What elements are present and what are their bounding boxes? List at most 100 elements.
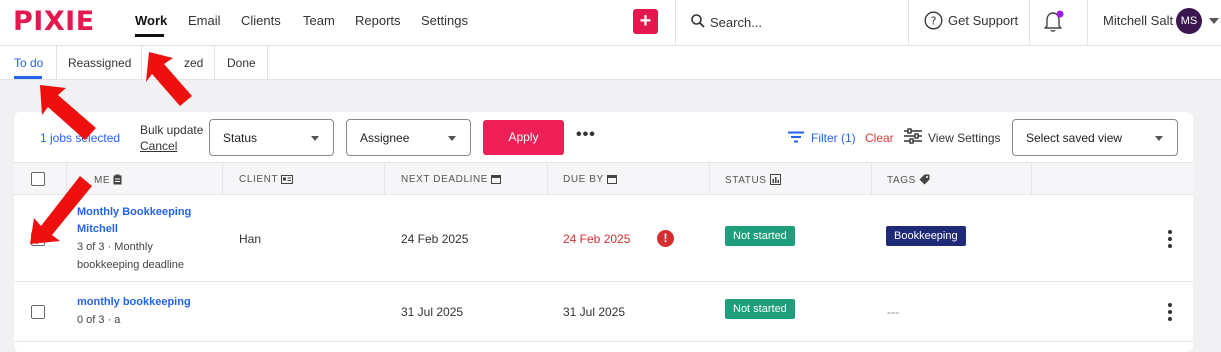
job-subtitle-line: 3 of 3 · Monthly: [77, 241, 153, 253]
row-menu-icon[interactable]: [1168, 303, 1172, 324]
nav-clients[interactable]: Clients: [241, 13, 281, 28]
divider: [871, 163, 872, 196]
table-row[interactable]: monthly bookkeeping 0 of 3 · a 31 Jul 20…: [14, 282, 1193, 342]
column-header-due-by[interactable]: DUE BY: [563, 174, 617, 185]
overdue-warning-icon: !: [657, 230, 674, 247]
row-checkbox[interactable]: [31, 232, 45, 246]
status-badge[interactable]: Not started: [725, 299, 795, 319]
job-title-link[interactable]: Monthly Bookkeeping Mitchell: [77, 204, 217, 238]
divider: [675, 0, 676, 46]
chevron-down-icon: [311, 136, 319, 141]
search-icon: [691, 14, 705, 28]
column-header-client[interactable]: CLIENT: [239, 174, 294, 185]
column-header-client-label: CLIENT: [239, 174, 279, 185]
next-deadline-cell: 31 Jul 2025: [401, 305, 464, 319]
column-header-status-label: STATUS: [725, 175, 767, 186]
bulk-update-label: Bulk update: [140, 123, 204, 137]
tab-to-do[interactable]: To do: [14, 56, 43, 70]
id-card-icon: [281, 175, 294, 184]
job-title-line: Monthly Bookkeeping: [77, 206, 192, 218]
view-settings-icon[interactable]: [904, 128, 922, 144]
nav-email[interactable]: Email: [188, 13, 221, 28]
checkmark-icon: [33, 235, 43, 245]
row-checkbox[interactable]: [31, 305, 45, 319]
column-header-name[interactable]: ME: [94, 174, 122, 186]
filter-button[interactable]: Filter (1): [811, 131, 856, 145]
nav-active-underline: [135, 34, 164, 37]
table-header: ME CLIENT NEXT DEADLINE DUE BY STATUS TA…: [14, 162, 1193, 196]
apply-button[interactable]: Apply: [483, 120, 564, 155]
column-header-next-deadline[interactable]: NEXT DEADLINE: [401, 174, 502, 185]
status-badge[interactable]: Not started: [725, 226, 795, 246]
user-name[interactable]: Mitchell Salt: [1103, 13, 1173, 28]
divider: [267, 46, 268, 80]
divider: [547, 163, 548, 196]
cancel-link[interactable]: Cancel: [140, 139, 177, 153]
notification-bell-icon[interactable]: [1043, 9, 1065, 33]
get-support-link[interactable]: Get Support: [948, 13, 1018, 28]
calendar-icon: [606, 175, 617, 184]
column-header-next-deadline-label: NEXT DEADLINE: [401, 174, 489, 185]
job-subtitle-line: bookkeeping deadline: [77, 259, 185, 271]
calendar-icon: [491, 175, 502, 184]
column-header-name-label: ME: [94, 175, 111, 186]
divider: [141, 46, 142, 80]
column-header-tags-label: TAGS: [887, 175, 916, 186]
select-all-checkbox[interactable]: [31, 172, 45, 186]
assignee-select[interactable]: Assignee: [346, 119, 471, 156]
job-name-cell: monthly bookkeeping 0 of 3 · a: [77, 294, 217, 329]
column-header-tags[interactable]: TAGS: [887, 174, 930, 186]
nav-team[interactable]: Team: [303, 13, 335, 28]
search-input[interactable]: [710, 12, 890, 32]
client-cell[interactable]: Han: [239, 232, 261, 246]
selected-count: 1 jobs selected: [40, 131, 121, 145]
pixie-logo[interactable]: PIXIE: [13, 6, 95, 37]
view-settings-button[interactable]: View Settings: [928, 131, 1001, 145]
divider: [214, 46, 215, 80]
due-by-cell: 24 Feb 2025: [563, 232, 631, 246]
nav-work[interactable]: Work: [135, 13, 167, 28]
clear-filter-button[interactable]: Clear: [865, 131, 894, 145]
column-header-status[interactable]: STATUS: [725, 174, 781, 186]
status-select[interactable]: Status: [209, 119, 334, 156]
tab-reassigned[interactable]: Reassigned: [68, 56, 131, 70]
tab-done[interactable]: Done: [227, 56, 256, 70]
job-title-link[interactable]: monthly bookkeeping: [77, 294, 217, 311]
tags-empty: ---: [887, 305, 899, 319]
nav-settings[interactable]: Settings: [421, 13, 468, 28]
more-options-icon[interactable]: •••: [576, 126, 596, 144]
job-name-cell: Monthly Bookkeeping Mitchell 3 of 3 · Mo…: [77, 204, 217, 274]
chevron-down-icon: [448, 136, 456, 141]
help-circle-icon[interactable]: ?: [924, 11, 943, 30]
divider: [908, 0, 909, 46]
avatar[interactable]: MS: [1176, 8, 1202, 34]
nav-reports[interactable]: Reports: [355, 13, 401, 28]
divider: [56, 46, 57, 80]
saved-view-placeholder: Select saved view: [1026, 131, 1123, 145]
work-subtabs: To do Reassigned zed Done: [0, 46, 1221, 80]
status-select-value: Status: [223, 131, 258, 145]
divider: [1087, 0, 1088, 46]
saved-view-select[interactable]: Select saved view: [1012, 119, 1178, 156]
create-new-button[interactable]: +: [633, 9, 658, 34]
row-menu-icon[interactable]: [1168, 230, 1172, 251]
tab-snoozed[interactable]: zed: [184, 56, 203, 70]
filter-icon[interactable]: [788, 131, 804, 143]
svg-text:?: ?: [931, 15, 937, 28]
divider: [709, 163, 710, 196]
divider: [66, 163, 67, 196]
divider: [1031, 163, 1032, 196]
assignee-select-value: Assignee: [360, 131, 410, 145]
next-deadline-cell: 24 Feb 2025: [401, 232, 469, 246]
tag-badge[interactable]: Bookkeeping: [886, 226, 966, 246]
divider: [222, 163, 223, 196]
due-by-cell: 31 Jul 2025: [563, 305, 626, 319]
chevron-down-icon[interactable]: [1209, 18, 1219, 24]
job-title-line: Mitchell: [77, 223, 118, 235]
table-row[interactable]: Monthly Bookkeeping Mitchell 3 of 3 · Mo…: [14, 195, 1193, 282]
clipboard-icon: [113, 174, 122, 185]
top-navigation-bar: PIXIE Work Email Clients Team Reports Se…: [0, 0, 1221, 46]
divider: [1029, 0, 1030, 46]
divider: [384, 163, 385, 196]
tag-icon: [919, 174, 930, 185]
